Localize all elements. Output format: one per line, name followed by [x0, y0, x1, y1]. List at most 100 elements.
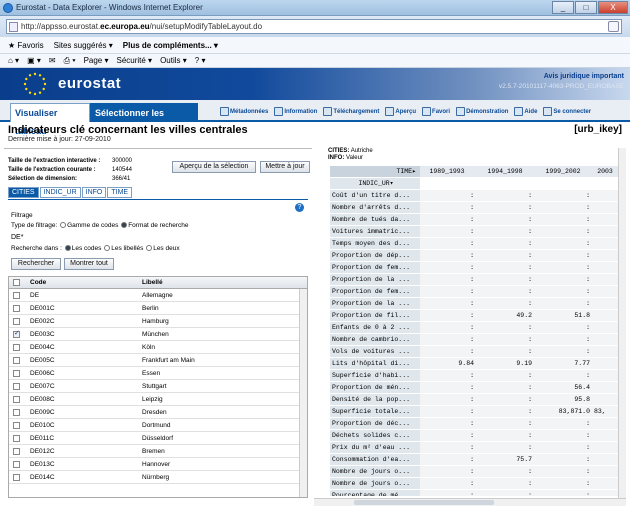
more-addons-link[interactable]: Plus de compléments... ▾ — [123, 41, 218, 50]
preview-pane: CITIES: Autriche INFO: Valeur TIME▸ 1989… — [326, 148, 626, 500]
preview-context: CITIES: Autriche INFO: Valeur — [328, 148, 373, 161]
grid-scrollbar[interactable] — [299, 289, 307, 497]
home-icon[interactable]: ⌂ ▾ — [8, 56, 19, 65]
row-checkbox[interactable] — [13, 343, 20, 351]
close-button[interactable]: X — [598, 1, 628, 14]
tab-select-data[interactable]: Sélectionner les données — [90, 103, 198, 136]
radio-labels[interactable] — [104, 245, 111, 252]
value-cell — [594, 298, 620, 309]
update-button[interactable]: Mettre à jour — [260, 161, 310, 173]
table-row[interactable]: DE014C Nürnberg — [9, 471, 307, 484]
row-checkbox[interactable] — [13, 408, 20, 416]
table-row[interactable]: DE008C Leipzig — [9, 393, 307, 406]
tab-cities[interactable]: CITIES — [8, 187, 39, 198]
help-button[interactable]: Aide — [514, 107, 537, 116]
preview-scrollbar[interactable] — [618, 148, 626, 498]
row-checkbox[interactable] — [13, 421, 20, 429]
table-row[interactable]: DE004C Köln — [9, 341, 307, 354]
radio-codes[interactable] — [64, 245, 71, 252]
value-cell: : — [478, 370, 536, 381]
help-icon[interactable]: ? — [295, 203, 304, 212]
help-icon[interactable]: ? ▾ — [195, 56, 206, 65]
value-cell: : — [536, 286, 594, 297]
preview-selection-button[interactable]: Aperçu de la sélection — [172, 161, 256, 173]
row-checkbox[interactable] — [13, 447, 20, 455]
select-all-checkbox[interactable] — [13, 279, 20, 286]
table-row[interactable]: DE012C Bremen — [9, 445, 307, 458]
row-checkbox[interactable] — [13, 329, 20, 338]
security-menu[interactable]: Sécurité ▾ — [116, 56, 152, 65]
scroll-thumb[interactable] — [354, 500, 494, 505]
url-field[interactable]: http://appsso.eurostat.ec.europa.eu/nui/… — [6, 19, 622, 34]
table-row[interactable]: DE009C Dresden — [9, 406, 307, 419]
bookmark-button[interactable]: Favori — [422, 107, 450, 116]
tools-menu[interactable]: Outils ▾ — [160, 56, 187, 65]
table-row[interactable]: DE013C Hannover — [9, 458, 307, 471]
preview-hscrollbar[interactable] — [314, 498, 626, 506]
filter-input[interactable]: DE* — [11, 234, 23, 241]
refresh-icon[interactable] — [608, 21, 619, 32]
table-row[interactable]: DE010C Dortmund — [9, 419, 307, 432]
page-menu[interactable]: Page ▾ — [84, 56, 109, 65]
row-checkbox[interactable] — [13, 291, 20, 299]
row-checkbox[interactable] — [13, 460, 20, 468]
eurostat-logo[interactable]: eurostat — [58, 75, 121, 92]
time-dimension-label[interactable]: TIME▸ — [330, 166, 420, 177]
star-icon: ★ — [8, 40, 16, 50]
key-icon — [543, 107, 553, 116]
value-cell: : — [536, 490, 594, 496]
maximize-button[interactable]: □ — [575, 1, 597, 14]
feeds-icon[interactable]: ▣ ▾ — [27, 56, 41, 65]
value-cell: : — [420, 346, 478, 357]
value-cell: : — [478, 274, 536, 285]
row-checkbox[interactable] — [13, 382, 20, 390]
minimize-button[interactable]: _ — [552, 1, 574, 14]
legal-notice-link[interactable]: Avis juridique important — [544, 73, 624, 80]
value-cell: : — [536, 226, 594, 237]
value-cell — [594, 358, 620, 369]
table-row[interactable]: DE005C Frankfurt am Main — [9, 354, 307, 367]
show-all-button[interactable]: Montrer tout — [64, 258, 114, 270]
print-icon[interactable]: ⎙ ▾ — [64, 56, 76, 66]
login-button[interactable]: Se connecter — [543, 107, 591, 116]
table-row[interactable]: DE007C Stuttgart — [9, 380, 307, 393]
radio-code-range[interactable] — [60, 222, 67, 229]
tab-view-table[interactable]: Visualiser tableau — [10, 103, 90, 136]
row-checkbox[interactable] — [13, 304, 20, 312]
tab-indic-ur[interactable]: INDIC_UR — [39, 187, 81, 198]
indic-dimension-label[interactable]: INDIC_UR▾ — [330, 178, 420, 189]
download-button[interactable]: Téléchargement — [323, 107, 379, 116]
row-checkbox[interactable] — [13, 356, 20, 364]
radio-both[interactable] — [146, 245, 153, 252]
row-checkbox[interactable] — [13, 395, 20, 403]
row-checkbox[interactable] — [13, 473, 20, 481]
radio-search-pattern[interactable] — [121, 222, 128, 229]
value-cell — [594, 310, 620, 321]
demo-button[interactable]: Démonstration — [456, 107, 508, 116]
table-row[interactable]: DE006C Essen — [9, 367, 307, 380]
preview-row: Superficie d'habi...::: — [330, 370, 620, 382]
page-title: Indicateurs clé concernant les villes ce… — [8, 124, 248, 136]
table-row[interactable]: DE011C Düsseldorf — [9, 432, 307, 445]
suggested-sites-link[interactable]: Sites suggérés ▾ — [54, 41, 113, 50]
table-row[interactable]: DE Allemagne — [9, 289, 307, 302]
preview-button[interactable]: Aperçu — [385, 107, 416, 116]
table-row[interactable]: DE002C Hamburg — [9, 315, 307, 328]
value-cell: 9.84 — [420, 358, 478, 369]
metadata-button[interactable]: Métadonnées — [220, 107, 268, 116]
table-row[interactable]: DE001C Berlin — [9, 302, 307, 315]
row-code: DE009C — [30, 408, 55, 416]
tab-time[interactable]: TIME — [107, 187, 133, 198]
value-cell: 95.8 — [536, 394, 594, 405]
information-button[interactable]: Information — [274, 107, 317, 116]
table-row[interactable]: DE003C München — [9, 328, 307, 341]
value-cell: : — [536, 346, 594, 357]
tab-info[interactable]: INFO — [81, 187, 107, 198]
favorites-button[interactable]: ★ Favoris — [8, 41, 44, 50]
row-checkbox[interactable] — [13, 434, 20, 442]
search-button[interactable]: Rechercher — [11, 258, 61, 270]
row-checkbox[interactable] — [13, 369, 20, 377]
mail-icon[interactable]: ✉ — [49, 56, 56, 65]
row-checkbox[interactable] — [13, 317, 20, 325]
value-cell: 83,871.0 — [536, 406, 594, 417]
